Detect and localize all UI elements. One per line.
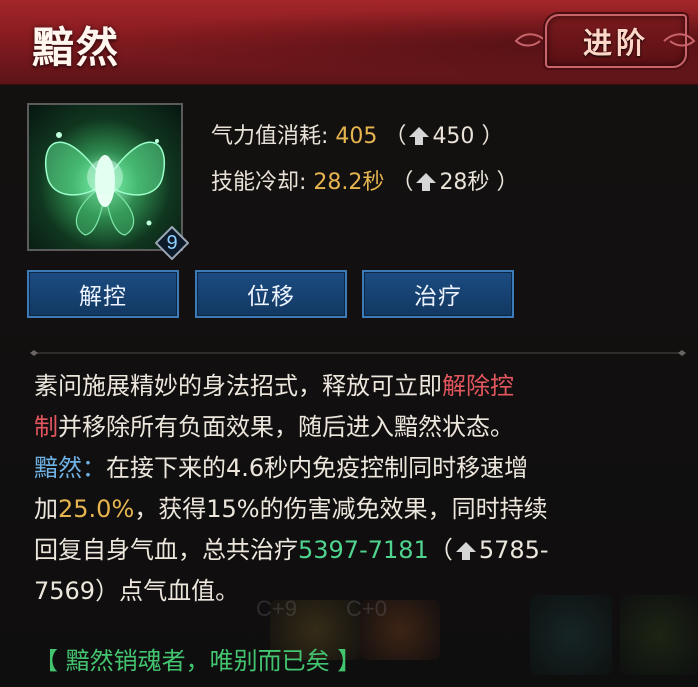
description-text: ）点气血值。 — [95, 577, 240, 605]
upgrade-arrow-icon — [416, 173, 437, 191]
paren-open: （ — [391, 170, 414, 195]
tag-displacement[interactable]: 位移 — [195, 270, 347, 318]
cooldown-label: 技能冷却: — [211, 170, 307, 195]
paren-open: （ — [384, 124, 407, 149]
keyword-state: 黯然： — [34, 454, 106, 482]
energy-cost-label: 气力值消耗: — [211, 124, 329, 149]
ornament-left-icon — [514, 33, 547, 47]
speed-bonus-value: 25.0% — [58, 495, 135, 523]
skill-quote: 【 黯然销魂者，唯别而已矣 】 — [34, 647, 362, 675]
upgrade-arrow-icon — [455, 542, 476, 560]
description-text: 在接下来的4.6秒内免疫控制同时移速增 — [106, 454, 529, 482]
heal-value: 5397-7181 — [298, 536, 429, 564]
keyword-dispel: 解除控 — [442, 372, 514, 400]
paren-close: ） — [496, 170, 519, 195]
description-line: 回复自身气血，总共治疗5397-7181（ 5785- — [34, 530, 674, 571]
energy-cost-value: 405 — [335, 124, 378, 149]
description-text: 加 — [34, 495, 58, 523]
description-line: 制并移除所有负面效果，随后进入黯然状态。 — [34, 407, 674, 448]
cooldown-value: 28.2秒 — [313, 170, 385, 195]
skill-tooltip: C+9 C+0 黯然 进阶 9 气力值消耗: 405 （ 450 ） 技能冷却:… — [0, 0, 698, 687]
keyword-dispel: 制 — [34, 413, 58, 441]
paren-open: （ — [428, 536, 453, 564]
ornament-right-icon — [663, 33, 696, 47]
skill-title: 黯然 — [32, 23, 121, 72]
description-line: 素问施展精妙的身法招式，释放可立即解除控 — [34, 366, 674, 407]
description-line: 加25.0%，获得15%的伤害减免效果，同时持续 — [34, 489, 674, 530]
paren-close: ） — [481, 124, 504, 149]
cooldown-upgrade-value: 28秒 — [439, 170, 490, 195]
tag-heal[interactable]: 治疗 — [362, 270, 514, 318]
description-line: 7569）点气血值。 — [34, 571, 674, 612]
cooldown-row: 技能冷却: 28.2秒 （ 28秒 ） — [211, 164, 518, 196]
description-text: 并移除所有负面效果，随后进入黯然状态。 — [58, 413, 514, 441]
heal-upgrade-value: 5785- — [478, 536, 549, 564]
energy-cost-row: 气力值消耗: 405 （ 450 ） — [211, 118, 503, 150]
skill-level: 9 — [166, 231, 178, 254]
header-bar: 黯然 进阶 — [0, 0, 698, 85]
skill-description: 素问施展精妙的身法招式，释放可立即解除控 制并移除所有负面效果，随后进入黯然状态… — [34, 366, 674, 612]
heal-upgrade-value: 7569 — [34, 577, 96, 605]
tag-dispel[interactable]: 解控 — [27, 270, 179, 318]
energy-cost-upgrade-value: 450 — [432, 124, 475, 149]
description-text: 素问施展精妙的身法招式，释放可立即 — [34, 372, 442, 400]
description-line: 黯然：在接下来的4.6秒内免疫控制同时移速增 — [34, 448, 674, 489]
section-divider — [30, 350, 686, 356]
description-text: ，获得15%的伤害减免效果，同时持续 — [134, 495, 548, 523]
advance-button-label: 进阶 — [582, 26, 649, 60]
description-text: 回复自身气血，总共治疗 — [34, 536, 298, 564]
upgrade-arrow-icon — [409, 127, 430, 145]
